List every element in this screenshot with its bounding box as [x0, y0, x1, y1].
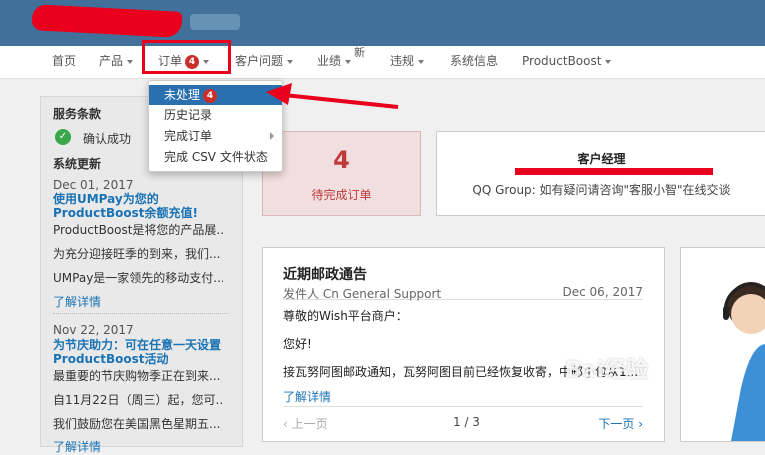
prev-page-button[interactable]: ‹ 上一页 — [283, 415, 328, 432]
redacted-manager-info — [515, 168, 713, 175]
nav-system-info[interactable]: 系统信息 — [450, 46, 498, 78]
update-line: 自11月22日（周三）起，您可... — [53, 393, 223, 407]
menu-item-label: 未处理 — [164, 88, 201, 102]
update-line: 我们鼓励您在美国黑色星期五... — [53, 417, 221, 431]
chevron-down-icon — [127, 59, 134, 64]
update-date: Dec 01, 2017 — [53, 178, 134, 192]
nav-home-label: 首页 — [52, 54, 77, 68]
announcement-hello: 您好! — [283, 337, 312, 351]
divider — [53, 313, 229, 314]
chevron-down-icon — [418, 59, 425, 64]
nav-customer-issues-label: 客户问题 — [235, 54, 284, 68]
nav-customer-issues[interactable]: 客户问题 — [235, 46, 294, 78]
nav-system-info-label: 系统信息 — [450, 54, 499, 68]
menu-item-csv-status[interactable]: 完成 CSV 文件状态 — [149, 147, 282, 167]
menu-item-label: 完成 CSV 文件状态 — [164, 150, 268, 164]
support-card — [680, 247, 765, 442]
manager-title: 客户经理 — [577, 152, 626, 166]
page-indicator: 1 / 3 — [453, 415, 480, 429]
terms-title: 服务条款 — [53, 107, 102, 121]
next-page-button[interactable]: 下一页 › — [598, 415, 643, 432]
pending-label: 待完成订单 — [311, 188, 372, 202]
update-date: Nov 22, 2017 — [53, 323, 134, 337]
nav-products[interactable]: 产品 — [99, 46, 134, 78]
top-bar — [0, 0, 765, 46]
announcement-sender: 发件人 Cn General Support — [283, 287, 442, 301]
chevron-right-icon — [270, 132, 274, 140]
update-title-link[interactable]: 为节庆助力：可在任意一天设置ProductBoost活动 — [53, 338, 233, 366]
pending-orders-card[interactable]: 4 待完成订单 — [262, 131, 421, 216]
announcement-title: 近期邮政通告 — [283, 267, 367, 283]
new-badge: 新 — [354, 46, 365, 59]
chevron-down-icon — [287, 59, 294, 64]
update-line: UMPay是一家领先的移动支付... — [53, 271, 223, 285]
chevron-down-icon — [605, 59, 612, 64]
announcement-pager: ‹ 上一页 1 / 3 下一页 › — [283, 406, 643, 433]
next-page-label: 下一页 — [598, 417, 635, 431]
menu-item-label: 历史记录 — [164, 108, 213, 122]
update-line: ProductBoost是将您的产品展... — [53, 223, 223, 237]
nav-products-label: 产品 — [99, 54, 124, 68]
annotation-arrow-icon — [266, 83, 399, 109]
check-icon: ✓ — [55, 129, 71, 145]
brand-logo[interactable] — [190, 14, 240, 30]
nav-productboost[interactable]: ProductBoost — [522, 46, 612, 78]
announcement-card: 近期邮政通告 发件人 Cn General Support Dec 06, 20… — [262, 247, 665, 442]
account-manager-card: 客户经理 QQ Group: 如有疑问请咨询"客服小智"在线交谈 — [436, 131, 765, 216]
nav-performance[interactable]: 业绩新 — [317, 46, 365, 78]
nav-performance-label: 业绩 — [317, 54, 342, 68]
nav-violations[interactable]: 违规 — [390, 46, 425, 78]
menu-item-fulfill-orders[interactable]: 完成订单 — [149, 126, 282, 146]
announcement-meta: 发件人 Cn General Support Dec 06, 2017 — [283, 285, 643, 301]
nav-home[interactable]: 首页 — [52, 46, 76, 78]
watermark: Bai经验 — [565, 358, 649, 383]
learn-more-link[interactable]: 了解详情 — [53, 438, 101, 455]
nav-violations-label: 违规 — [390, 54, 415, 68]
learn-more-link[interactable]: 了解详情 — [53, 293, 101, 310]
update-line: 最重要的节庆购物季正在到来... — [53, 369, 221, 383]
updates-title: 系统更新 — [53, 157, 102, 171]
learn-more-link[interactable]: 了解详情 — [283, 388, 331, 405]
chevron-down-icon — [345, 59, 352, 64]
manager-qq-text: QQ Group: 如有疑问请咨询"客服小智"在线交谈 — [472, 183, 731, 197]
annotation-highlight-box — [142, 40, 231, 74]
announcement-date: Dec 06, 2017 — [562, 285, 643, 299]
menu-item-label: 完成订单 — [164, 129, 213, 143]
announcement-greeting: 尊敬的Wish平台商户： — [283, 309, 408, 323]
unprocessed-count-badge: 4 — [203, 88, 218, 103]
pending-count: 4 — [333, 146, 350, 174]
support-agent-illustration — [723, 282, 765, 441]
prev-page-label: 上一页 — [291, 417, 328, 431]
nav-productboost-label: ProductBoost — [522, 54, 602, 68]
update-line: 为充分迎接旺季的到来，我们... — [53, 247, 221, 261]
redacted-brand — [31, 4, 183, 38]
update-title-link[interactable]: 使用UMPay为您的ProductBoost余额充值! — [53, 192, 233, 220]
